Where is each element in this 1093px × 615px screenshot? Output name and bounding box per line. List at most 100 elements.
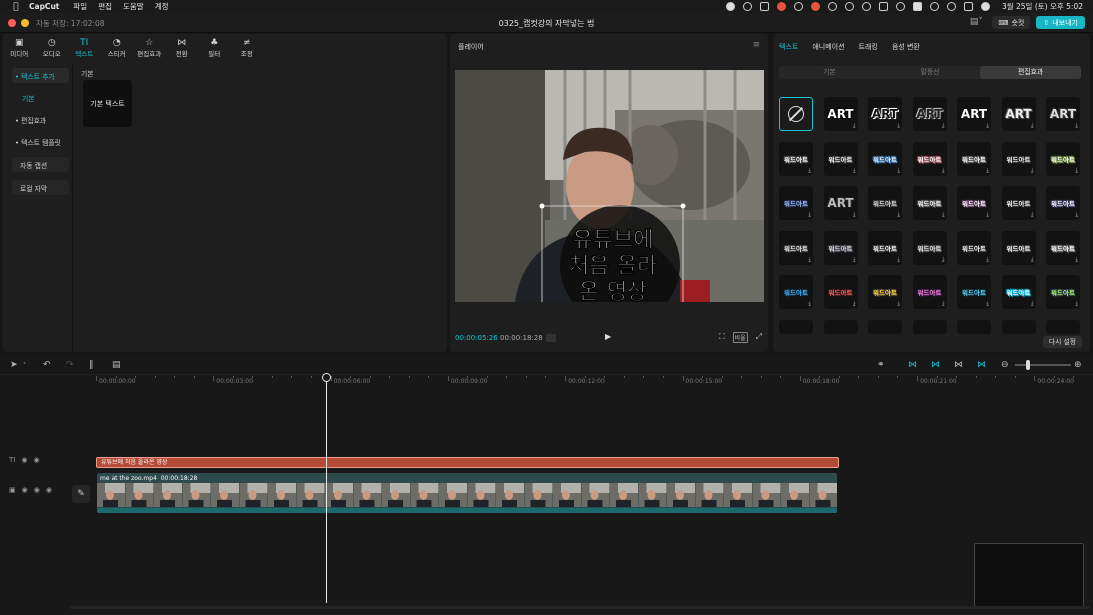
select-tool-icon[interactable]: ➤ [10, 360, 18, 370]
segment-bubble[interactable]: 말풍선 [880, 66, 981, 79]
wordart-style-tile[interactable]: 워드아트 ⤓ [957, 141, 991, 176]
menu-edit[interactable]: 편집 [98, 1, 112, 12]
playhead-handle[interactable] [322, 373, 331, 382]
tab-animation[interactable]: 애니메이션 [812, 42, 844, 52]
wordart-style-tile[interactable]: 워드아트 ⤓ [823, 230, 858, 265]
tool-adjust[interactable]: ≠ 조정 [231, 34, 264, 60]
tool-filter[interactable]: ♣ 필터 [198, 34, 231, 60]
undo-icon[interactable]: ↶ [43, 360, 51, 370]
wordart-style-tile[interactable]: 워드아트 ⤓ [1046, 275, 1080, 309]
tool-audio[interactable]: ◷ 오디오 [36, 34, 69, 60]
wordart-style-tile[interactable] [912, 319, 947, 334]
wordart-style-tile[interactable]: 워드아트 ⤓ [912, 230, 947, 265]
wordart-style-tile[interactable]: ART ⤓ [1046, 97, 1080, 131]
screen-icon[interactable] [742, 2, 752, 11]
app-badge-icon[interactable] [776, 2, 786, 11]
split-icon[interactable]: ‖ [89, 360, 94, 370]
apple-icon[interactable]:  [11, 2, 21, 12]
notification-icon[interactable] [810, 2, 820, 11]
lock-icon[interactable]: ◉ [22, 486, 28, 494]
pen-icon[interactable] [793, 2, 803, 11]
menu-icon[interactable]: ≡ [752, 40, 760, 50]
wordart-style-tile[interactable]: 워드아트 ⤓ [868, 230, 902, 265]
layout-icon[interactable]: ▤˅ [966, 17, 986, 29]
segment-basic[interactable]: 기본 [779, 66, 880, 79]
wordart-style-tile[interactable]: ART ⤓ [1001, 97, 1036, 131]
wordart-style-tile[interactable]: 워드아트 ⤓ [1001, 230, 1036, 265]
record-icon[interactable] [725, 2, 735, 11]
history-icon[interactable] [827, 2, 837, 11]
wordart-style-tile[interactable]: 워드아트 ⤓ [779, 275, 813, 309]
battery-icon[interactable] [912, 2, 922, 11]
video-preview[interactable]: 유튜브에 처음 올라 온 영상 [455, 70, 764, 302]
wordart-style-tile[interactable]: ART ⤓ [868, 97, 902, 131]
wordart-style-tile[interactable]: 워드아트 ⤓ [868, 275, 902, 309]
wordart-style-tile[interactable]: 워드아트 ⤓ [1001, 141, 1036, 176]
ratio-button[interactable]: 비율 [732, 332, 748, 343]
wordart-style-tile[interactable]: ART ⤓ [823, 186, 858, 220]
wordart-style-tile[interactable] [1001, 319, 1036, 334]
mute-icon[interactable]: ◉ [46, 486, 52, 494]
sidebar-item-templates[interactable]: • 텍스트 템플릿 [12, 134, 69, 149]
wordart-style-tile[interactable]: 워드아트 ⤓ [912, 141, 947, 176]
shield-icon[interactable] [759, 2, 769, 11]
microphone-icon[interactable]: ⚭ [877, 360, 885, 370]
fullscreen-icon[interactable]: ⤢ [756, 332, 762, 343]
video-caption-overlay[interactable]: 유튜브에 처음 올라 온 영상 [543, 228, 683, 302]
wordart-none-tile[interactable] [779, 97, 813, 131]
wordart-style-tile[interactable]: 워드아트 ⤓ [912, 275, 947, 309]
search-icon[interactable] [946, 2, 956, 11]
sidebar-item-effects[interactable]: • 편집효과 [12, 112, 69, 127]
lock-icon[interactable]: ◉ [21, 456, 27, 464]
sidebar-item-basic[interactable]: 기본 [12, 90, 69, 105]
sidebar-item-add-text[interactable]: • 텍스트 추가 [12, 68, 69, 83]
wordart-style-tile[interactable]: ART ⤓ [912, 97, 947, 131]
zoom-in-icon[interactable]: ⊕ [1074, 360, 1082, 370]
input-source-icon[interactable] [878, 2, 888, 11]
delete-icon[interactable]: ▤ [112, 360, 121, 370]
cover-edit-button[interactable]: ✎ [72, 485, 90, 503]
wordart-style-tile[interactable]: 워드아트 ⤓ [1046, 230, 1080, 265]
link-icon[interactable]: ⋈ [908, 360, 917, 370]
control-center-icon[interactable] [963, 2, 973, 11]
tab-text[interactable]: 텍스트 [779, 42, 798, 52]
wordart-style-tile[interactable]: 워드아트 ⤓ [823, 141, 858, 176]
menu-account[interactable]: 계정 [155, 1, 169, 12]
timeline-ruler[interactable]: 00:00:00:00 00:00:03:00 00:00:06:00 00:00:0… [96, 376, 1093, 390]
wordart-style-tile[interactable]: 워드아트 ⤓ [868, 186, 902, 220]
wifi-icon[interactable] [929, 2, 939, 11]
timeline-minimap[interactable] [974, 543, 1084, 607]
chevron-down-icon[interactable]: ˅ [23, 362, 26, 369]
siri-icon[interactable] [980, 2, 990, 11]
eye-icon[interactable]: ◉ [33, 456, 39, 464]
wordart-style-tile[interactable]: 워드아트 ⤓ [1001, 186, 1036, 220]
wordart-style-tile[interactable]: ART ⤓ [957, 97, 991, 131]
bluetooth-icon[interactable] [895, 2, 905, 11]
wordart-style-tile[interactable]: 워드아트 ⤓ [779, 230, 813, 265]
wordart-style-tile[interactable]: 워드아트 ⤓ [779, 186, 813, 220]
eye-icon[interactable]: ◉ [34, 486, 40, 494]
playhead[interactable] [326, 373, 327, 603]
redo-icon[interactable]: ↷ [66, 360, 74, 370]
menu-file[interactable]: 파일 [73, 1, 87, 12]
volume-icon[interactable] [861, 2, 871, 11]
tab-tracking[interactable]: 트래킹 [859, 42, 878, 52]
wordart-style-tile[interactable]: 워드아트 ⤓ [823, 275, 858, 309]
play-button[interactable]: ▶ [605, 332, 615, 342]
export-button[interactable]: ⇧ 내보내기 [1036, 16, 1085, 29]
tool-effects[interactable]: ☆ 편집효과 [133, 34, 166, 60]
menu-help[interactable]: 도움말 [123, 1, 144, 12]
tool-sticker[interactable]: ◔ 스티커 [101, 34, 134, 60]
menubar-app-name[interactable]: CapCut [29, 2, 59, 11]
sidebar-item-auto-caption[interactable]: 자동 캡션 [12, 157, 69, 172]
tool-transition[interactable]: ⋈ 전환 [166, 34, 199, 60]
linkage-icon[interactable]: ⋈ [954, 360, 963, 370]
video-clip[interactable]: me at the zoo.mp4 00:00:18:28 [97, 473, 837, 513]
shortcut-button[interactable]: ⌨ 숏컷 [992, 16, 1031, 29]
zoom-slider[interactable] [1015, 364, 1071, 366]
wordart-style-tile[interactable]: 워드아트 ⤓ [1046, 141, 1080, 176]
wordart-style-tile[interactable]: 워드아트 ⤓ [868, 141, 902, 176]
timer-icon[interactable] [844, 2, 854, 11]
segment-effects[interactable]: 편집효과 [980, 66, 1082, 79]
tool-media[interactable]: ▣ 미디어 [3, 34, 36, 60]
